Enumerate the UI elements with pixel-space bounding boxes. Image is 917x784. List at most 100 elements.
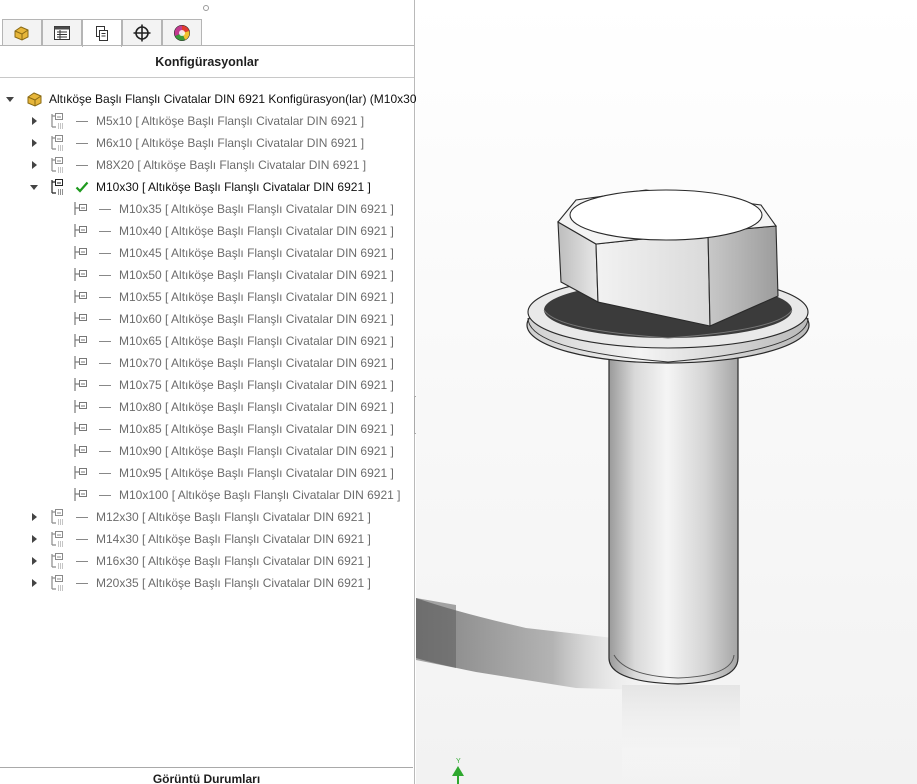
separator-dash	[99, 495, 111, 496]
separator-dash	[76, 583, 88, 584]
configuration-label: M8X20 [ Altıköşe Başlı Flanşlı Civatalar…	[96, 158, 367, 172]
separator-dash	[76, 561, 88, 562]
configuration-icon	[49, 508, 67, 526]
derived-configuration-item[interactable]: M10x85 [ Altıköşe Başlı Flanşlı Civatala…	[0, 418, 414, 440]
derived-configuration-item[interactable]: M10x80 [ Altıköşe Başlı Flanşlı Civatala…	[0, 396, 414, 418]
feature-manager-tab[interactable]	[2, 19, 42, 46]
derived-configuration-label: M10x90 [ Altıköşe Başlı Flanşlı Civatala…	[119, 444, 394, 458]
configuration-item[interactable]: M14x30 [ Altıköşe Başlı Flanşlı Civatala…	[0, 528, 414, 550]
derived-configuration-icon	[72, 354, 90, 372]
configuration-item[interactable]: M10x30 [ Altıköşe Başlı Flanşlı Civatala…	[0, 176, 414, 198]
part-icon	[26, 90, 44, 108]
derived-configuration-label: M10x75 [ Altıköşe Başlı Flanşlı Civatala…	[119, 378, 394, 392]
configuration-icon	[96, 25, 108, 41]
derived-configuration-icon	[72, 288, 90, 306]
derived-configuration-item[interactable]: M10x55 [ Altıköşe Başlı Flanşlı Civatala…	[0, 286, 414, 308]
separator-dash	[76, 539, 88, 540]
derived-configuration-label: M10x35 [ Altıköşe Başlı Flanşlı Civatala…	[119, 202, 394, 216]
derived-configuration-label: M10x100 [ Altıköşe Başlı Flanşlı Civatal…	[119, 488, 401, 502]
configuration-icon	[49, 178, 67, 196]
tree-root[interactable]: Altıköşe Başlı Flanşlı Civatalar DIN 692…	[0, 88, 420, 110]
configuration-icon	[49, 574, 67, 592]
configuration-item[interactable]: M20x35 [ Altıköşe Başlı Flanşlı Civatala…	[0, 572, 414, 594]
tabs-divider	[0, 45, 414, 46]
display-manager-tab[interactable]	[162, 19, 202, 46]
derived-configuration-item[interactable]: M10x65 [ Altıköşe Başlı Flanşlı Civatala…	[0, 330, 414, 352]
expand-arrow-icon[interactable]	[29, 116, 39, 126]
expand-arrow-icon[interactable]	[29, 556, 39, 566]
dimxpert-tab[interactable]	[122, 19, 162, 46]
separator-dash	[99, 429, 111, 430]
derived-configuration-item[interactable]: M10x40 [ Altıköşe Başlı Flanşlı Civatala…	[0, 220, 414, 242]
configuration-manager-panel: Konfigürasyonlar Altıköşe Başlı Flanşlı …	[0, 0, 420, 784]
derived-configuration-item[interactable]: M10x90 [ Altıköşe Başlı Flanşlı Civatala…	[0, 440, 414, 462]
configuration-item[interactable]: M6x10 [ Altıköşe Başlı Flanşlı Civatalar…	[0, 132, 414, 154]
derived-configuration-item[interactable]: M10x35 [ Altıköşe Başlı Flanşlı Civatala…	[0, 198, 414, 220]
derived-configuration-item[interactable]: M10x70 [ Altıköşe Başlı Flanşlı Civatala…	[0, 352, 414, 374]
configuration-item[interactable]: M8X20 [ Altıköşe Başlı Flanşlı Civatalar…	[0, 154, 414, 176]
panel-grip[interactable]	[203, 5, 209, 11]
separator-dash	[99, 253, 111, 254]
derived-configuration-label: M10x95 [ Altıköşe Başlı Flanşlı Civatala…	[119, 466, 394, 480]
derived-configuration-icon	[72, 420, 90, 438]
active-check-icon	[75, 180, 89, 194]
configuration-label: M10x30 [ Altıköşe Başlı Flanşlı Civatala…	[96, 180, 371, 194]
part-icon	[14, 26, 29, 41]
derived-configuration-item[interactable]: M10x100 [ Altıköşe Başlı Flanşlı Civatal…	[0, 484, 414, 506]
derived-configuration-label: M10x50 [ Altıköşe Başlı Flanşlı Civatala…	[119, 268, 394, 282]
configuration-label: M20x35 [ Altıköşe Başlı Flanşlı Civatala…	[96, 576, 371, 590]
separator-dash	[99, 275, 111, 276]
derived-configuration-label: M10x70 [ Altıköşe Başlı Flanşlı Civatala…	[119, 356, 394, 370]
derived-configuration-label: M10x60 [ Altıköşe Başlı Flanşlı Civatala…	[119, 312, 394, 326]
tree-root-label: Altıköşe Başlı Flanşlı Civatalar DIN 692…	[49, 92, 421, 106]
derived-configuration-icon	[72, 200, 90, 218]
derived-configuration-icon	[72, 222, 90, 240]
expand-arrow-icon[interactable]	[29, 160, 39, 170]
derived-configuration-icon	[72, 486, 90, 504]
configuration-label: M12x30 [ Altıköşe Başlı Flanşlı Civatala…	[96, 510, 371, 524]
property-manager-tab[interactable]	[42, 19, 82, 46]
title-divider	[0, 77, 414, 78]
separator-dash	[99, 209, 111, 210]
expand-arrow-icon[interactable]	[29, 138, 39, 148]
svg-text:Y: Y	[456, 758, 461, 765]
derived-configuration-item[interactable]: M10x75 [ Altıköşe Başlı Flanşlı Civatala…	[0, 374, 414, 396]
manager-tabs	[2, 19, 202, 47]
derived-configuration-label: M10x45 [ Altıköşe Başlı Flanşlı Civatala…	[119, 246, 394, 260]
separator-dash	[99, 473, 111, 474]
derived-configuration-icon	[72, 310, 90, 328]
derived-configuration-item[interactable]: M10x60 [ Altıköşe Başlı Flanşlı Civatala…	[0, 308, 414, 330]
separator-dash	[99, 297, 111, 298]
configuration-manager-tab[interactable]	[82, 19, 122, 47]
configuration-label: M16x30 [ Altıköşe Başlı Flanşlı Civatala…	[96, 554, 371, 568]
graphics-viewport[interactable]: Y	[416, 0, 917, 784]
separator-dash	[99, 319, 111, 320]
appearance-pie-icon	[174, 25, 190, 41]
derived-configuration-label: M10x55 [ Altıköşe Başlı Flanşlı Civatala…	[119, 290, 394, 304]
separator-dash	[99, 407, 111, 408]
property-list-icon	[54, 26, 70, 40]
derived-configuration-item[interactable]: M10x45 [ Altıköşe Başlı Flanşlı Civatala…	[0, 242, 414, 264]
bolt-model: Y	[416, 0, 917, 784]
collapse-arrow-icon[interactable]	[5, 94, 15, 104]
panel-title: Konfigürasyonlar	[155, 55, 259, 69]
derived-configuration-label: M10x65 [ Altıköşe Başlı Flanşlı Civatala…	[119, 334, 394, 348]
expand-arrow-icon[interactable]	[29, 512, 39, 522]
separator-dash	[99, 363, 111, 364]
display-states-title[interactable]: Görüntü Durumları	[0, 767, 413, 784]
configuration-item[interactable]: M12x30 [ Altıköşe Başlı Flanşlı Civatala…	[0, 506, 414, 528]
expand-arrow-icon[interactable]	[29, 578, 39, 588]
separator-dash	[76, 517, 88, 518]
expand-arrow-icon[interactable]	[29, 534, 39, 544]
configuration-item[interactable]: M5x10 [ Altıköşe Başlı Flanşlı Civatalar…	[0, 110, 414, 132]
derived-configuration-icon	[72, 398, 90, 416]
configuration-item[interactable]: M16x30 [ Altıköşe Başlı Flanşlı Civatala…	[0, 550, 414, 572]
derived-configuration-icon	[72, 442, 90, 460]
derived-configuration-label: M10x40 [ Altıköşe Başlı Flanşlı Civatala…	[119, 224, 394, 238]
derived-configuration-item[interactable]: M10x95 [ Altıköşe Başlı Flanşlı Civatala…	[0, 462, 414, 484]
derived-configuration-item[interactable]: M10x50 [ Altıköşe Başlı Flanşlı Civatala…	[0, 264, 414, 286]
derived-configuration-icon	[72, 464, 90, 482]
collapse-arrow-icon[interactable]	[29, 182, 39, 192]
derived-configuration-icon	[72, 376, 90, 394]
configuration-icon	[49, 134, 67, 152]
